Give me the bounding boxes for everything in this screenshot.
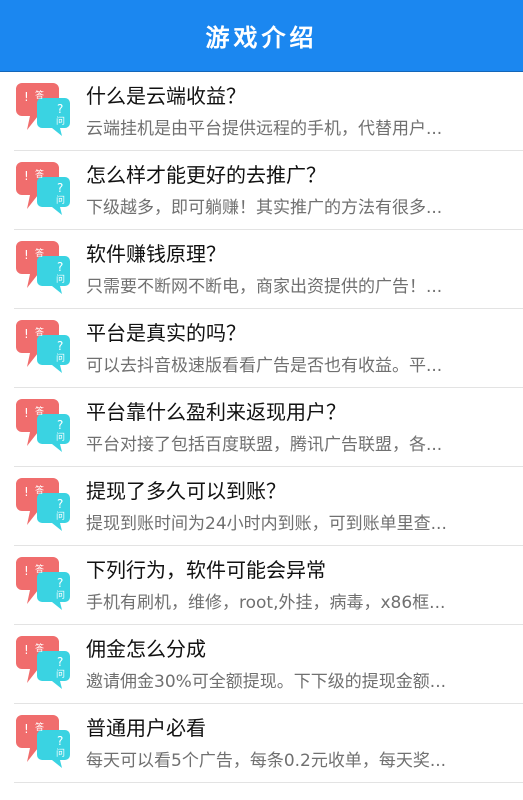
faq-text: 软件赚钱原理？ 只需要不断网不断电，商家出资提供的广告！... [86,238,523,300]
faq-item-5[interactable]: ! 答 ? 问 平台靠什么盈利来返现用户？ 平台对接了包括百度联盟，腾讯广告联盟… [14,388,523,467]
faq-item-1[interactable]: ! 答 ? 问 什么是云端收益？ 云端挂机是由平台提供远程的手机，代替用户... [14,72,523,151]
qa-bubble-icon: ! 答 ? 问 [14,475,72,533]
faq-question: 下列行为，软件可能会异常 [86,558,326,582]
faq-text: 平台靠什么盈利来返现用户？ 平台对接了包括百度联盟，腾讯广告联盟，各... [86,396,523,458]
svg-text:!: ! [24,248,29,262]
faq-item-7[interactable]: ! 答 ? 问 下列行为，软件可能会异常 手机有刷机，维修，root,外挂，病毒… [14,546,523,625]
svg-text:?: ? [57,734,63,748]
svg-text:问: 问 [56,352,65,364]
qa-bubble-icon: ! 答 ? 问 [14,396,72,454]
svg-text:!: ! [24,90,29,104]
faq-answer-preview: 云端挂机是由平台提供远程的手机，代替用户... [86,119,443,139]
faq-item-9[interactable]: ! 答 ? 问 普通用户必看 每天可以看5个广告，每条0.2元收单，每天奖... [14,704,523,783]
svg-text:?: ? [57,339,63,353]
faq-question: 平台靠什么盈利来返现用户？ [86,400,346,424]
page-title: 游戏介绍 [205,24,318,52]
svg-text:问: 问 [56,431,65,443]
svg-text:?: ? [57,102,63,116]
faq-question: 什么是云端收益？ [86,84,246,108]
faq-list: ! 答 ? 问 什么是云端收益？ 云端挂机是由平台提供远程的手机，代替用户...… [0,72,523,783]
qa-bubble-icon: ! 答 ? 问 [14,80,72,138]
faq-question: 提现了多久可以到账？ [86,479,286,503]
faq-answer-preview: 平台对接了包括百度联盟，腾讯广告联盟，各... [86,435,443,455]
qa-bubble-icon: ! 答 ? 问 [14,633,72,691]
faq-item-8[interactable]: ! 答 ? 问 佣金怎么分成 邀请佣金30%可全额提现。下下级的提现金额... [14,625,523,704]
qa-bubble-icon: ! 答 ? 问 [14,238,72,296]
faq-text: 佣金怎么分成 邀请佣金30%可全额提现。下下级的提现金额... [86,633,523,695]
svg-text:答: 答 [35,563,44,575]
faq-question: 普通用户必看 [86,716,206,740]
qa-bubble-icon: ! 答 ? 问 [14,712,72,770]
svg-text:!: ! [24,564,29,578]
faq-text: 怎么样才能更好的去推广？ 下级越多，即可躺赚！其实推广的方法有很多... [86,159,523,221]
faq-item-6[interactable]: ! 答 ? 问 提现了多久可以到账？ 提现到账时间为24小时内到账，可到账单里查… [14,467,523,546]
svg-text:?: ? [57,576,63,590]
svg-text:答: 答 [35,326,44,338]
svg-text:?: ? [57,655,63,669]
game-intro-screen: 游戏介绍 ! 答 ? 问 什么是云端收益？ 云端挂机是由平台提供远程的手机，代替… [0,0,523,800]
svg-text:?: ? [57,497,63,511]
svg-text:问: 问 [56,668,65,680]
faq-answer-preview: 手机有刷机，维修，root,外挂，病毒，x86框... [86,593,446,613]
qa-bubble-icon: ! 答 ? 问 [14,554,72,612]
svg-text:答: 答 [35,484,44,496]
faq-answer-preview: 提现到账时间为24小时内到账，可到账单里查... [86,514,447,534]
svg-text:!: ! [24,169,29,183]
faq-answer-preview: 只需要不断网不断电，商家出资提供的广告！... [86,277,443,297]
svg-text:问: 问 [56,115,65,127]
faq-question: 平台是真实的吗？ [86,321,246,345]
svg-text:答: 答 [35,247,44,259]
svg-text:答: 答 [35,168,44,180]
faq-text: 什么是云端收益？ 云端挂机是由平台提供远程的手机，代替用户... [86,80,523,142]
svg-text:!: ! [24,327,29,341]
svg-text:答: 答 [35,405,44,417]
svg-text:!: ! [24,406,29,420]
faq-answer-preview: 邀请佣金30%可全额提现。下下级的提现金额... [86,672,446,692]
svg-text:?: ? [57,260,63,274]
qa-bubble-icon: ! 答 ? 问 [14,159,72,217]
svg-text:!: ! [24,643,29,657]
faq-item-3[interactable]: ! 答 ? 问 软件赚钱原理？ 只需要不断网不断电，商家出资提供的广告！... [14,230,523,309]
svg-text:问: 问 [56,273,65,285]
faq-item-4[interactable]: ! 答 ? 问 平台是真实的吗？ 可以去抖音极速版看看广告是否也有收益。平... [14,309,523,388]
faq-text: 普通用户必看 每天可以看5个广告，每条0.2元收单，每天奖... [86,712,523,774]
svg-text:?: ? [57,181,63,195]
svg-text:?: ? [57,418,63,432]
top-header: 游戏介绍 [0,0,523,72]
faq-item-2[interactable]: ! 答 ? 问 怎么样才能更好的去推广？ 下级越多，即可躺赚！其实推广的方法有很… [14,151,523,230]
faq-question: 怎么样才能更好的去推广？ [86,163,326,187]
qa-bubble-icon: ! 答 ? 问 [14,317,72,375]
faq-text: 提现了多久可以到账？ 提现到账时间为24小时内到账，可到账单里查... [86,475,523,537]
faq-answer-preview: 每天可以看5个广告，每条0.2元收单，每天奖... [86,751,447,771]
svg-text:答: 答 [35,642,44,654]
svg-text:!: ! [24,722,29,736]
svg-text:问: 问 [56,747,65,759]
faq-answer-preview: 可以去抖音极速版看看广告是否也有收益。平... [86,356,443,376]
faq-question: 软件赚钱原理？ [86,242,226,266]
faq-answer-preview: 下级越多，即可躺赚！其实推广的方法有很多... [86,198,443,218]
svg-text:答: 答 [35,721,44,733]
faq-text: 下列行为，软件可能会异常 手机有刷机，维修，root,外挂，病毒，x86框... [86,554,523,616]
svg-text:问: 问 [56,589,65,601]
svg-text:问: 问 [56,194,65,206]
faq-question: 佣金怎么分成 [86,637,206,661]
svg-text:答: 答 [35,89,44,101]
svg-text:!: ! [24,485,29,499]
svg-text:问: 问 [56,510,65,522]
faq-text: 平台是真实的吗？ 可以去抖音极速版看看广告是否也有收益。平... [86,317,523,379]
